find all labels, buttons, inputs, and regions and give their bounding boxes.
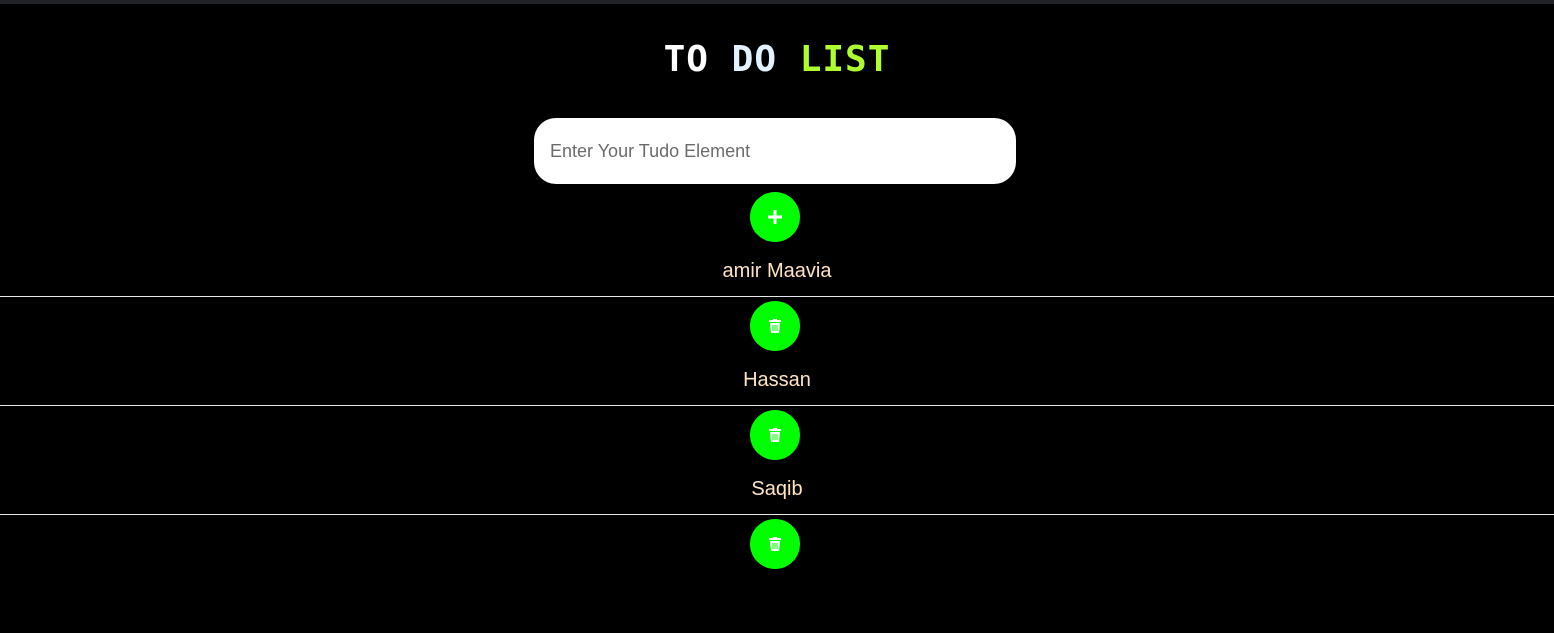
delete-button[interactable] — [750, 519, 800, 569]
todo-divider — [0, 405, 1554, 406]
add-button[interactable] — [750, 192, 800, 242]
todo-input-container — [534, 118, 1016, 184]
todo-divider — [0, 296, 1554, 297]
window-top-strip — [0, 0, 1554, 4]
title-word-do: DO — [731, 39, 777, 80]
page-title: TO DO LIST — [0, 38, 1554, 82]
todo-divider — [0, 514, 1554, 515]
trash-icon — [769, 428, 781, 442]
todo-item-text: Saqib — [751, 478, 803, 500]
delete-button[interactable] — [750, 410, 800, 460]
delete-button[interactable] — [750, 301, 800, 351]
todo-input[interactable] — [534, 118, 1016, 184]
todo-item-text: Hassan — [743, 369, 811, 391]
todo-item-text: amir Maavia — [722, 260, 832, 282]
plus-icon — [768, 210, 782, 224]
trash-icon — [769, 319, 781, 333]
trash-icon — [769, 537, 781, 551]
title-word-list: LIST — [799, 39, 891, 80]
title-word-to: TO — [663, 39, 709, 80]
